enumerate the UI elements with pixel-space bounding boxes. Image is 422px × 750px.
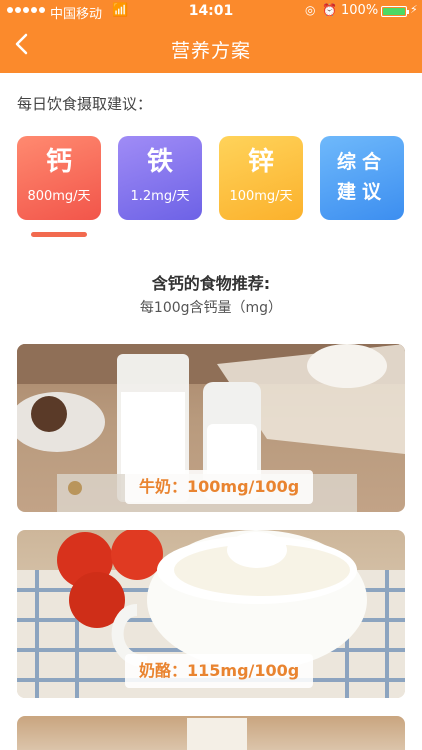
recommendation-title: 含钙的食物推荐: [151, 274, 271, 293]
tab-comprehensive-advice[interactable]: 综合 建议 [320, 136, 404, 220]
recommendation-subtitle: 每100g含钙量（mg） [139, 300, 283, 316]
daily-intake-label: 每日饮食摄取建议： [17, 95, 153, 113]
tab-zinc[interactable]: 锌 100mg/天 [219, 136, 303, 220]
page-title: 营养方案 [170, 40, 251, 62]
battery-percentage: 100% [341, 3, 379, 18]
tab-advice-line1: 综合 [336, 151, 387, 173]
app-header: 中国移动 📶 14:01 ◎ ⏰ 100% ⚡ 营养方案 [0, 0, 422, 73]
battery-icon [381, 6, 409, 17]
tab-calcium[interactable]: 钙 800mg/天 [17, 136, 101, 220]
tab-iron-name: 铁 [146, 147, 173, 177]
status-bar: 中国移动 📶 14:01 ◎ ⏰ 100% ⚡ [0, 0, 422, 22]
tab-iron-value: 1.2mg/天 [130, 189, 190, 204]
food-label-milk: 牛奶：100mg/100g [125, 470, 314, 504]
selected-tab-indicator [31, 232, 87, 237]
food-card-next[interactable] [17, 716, 405, 750]
food-card-milk[interactable]: 牛奶：100mg/100g [17, 344, 405, 512]
tab-zinc-name: 锌 [247, 147, 274, 177]
tab-calcium-value: 800mg/天 [27, 189, 91, 204]
tab-advice-line2: 建议 [336, 181, 387, 203]
orientation-lock-icon: ◎ [305, 3, 316, 17]
tab-zinc-value: 100mg/天 [229, 189, 293, 204]
tab-calcium-name: 钙 [45, 147, 72, 177]
tab-iron[interactable]: 铁 1.2mg/天 [118, 136, 202, 220]
food-card-cheese[interactable]: 奶酪：115mg/100g [17, 530, 405, 698]
food-label-cheese: 奶酪：115mg/100g [125, 654, 314, 688]
food-photo [187, 718, 247, 750]
charging-icon: ⚡ [410, 3, 418, 16]
alarm-icon: ⏰ [322, 3, 337, 17]
